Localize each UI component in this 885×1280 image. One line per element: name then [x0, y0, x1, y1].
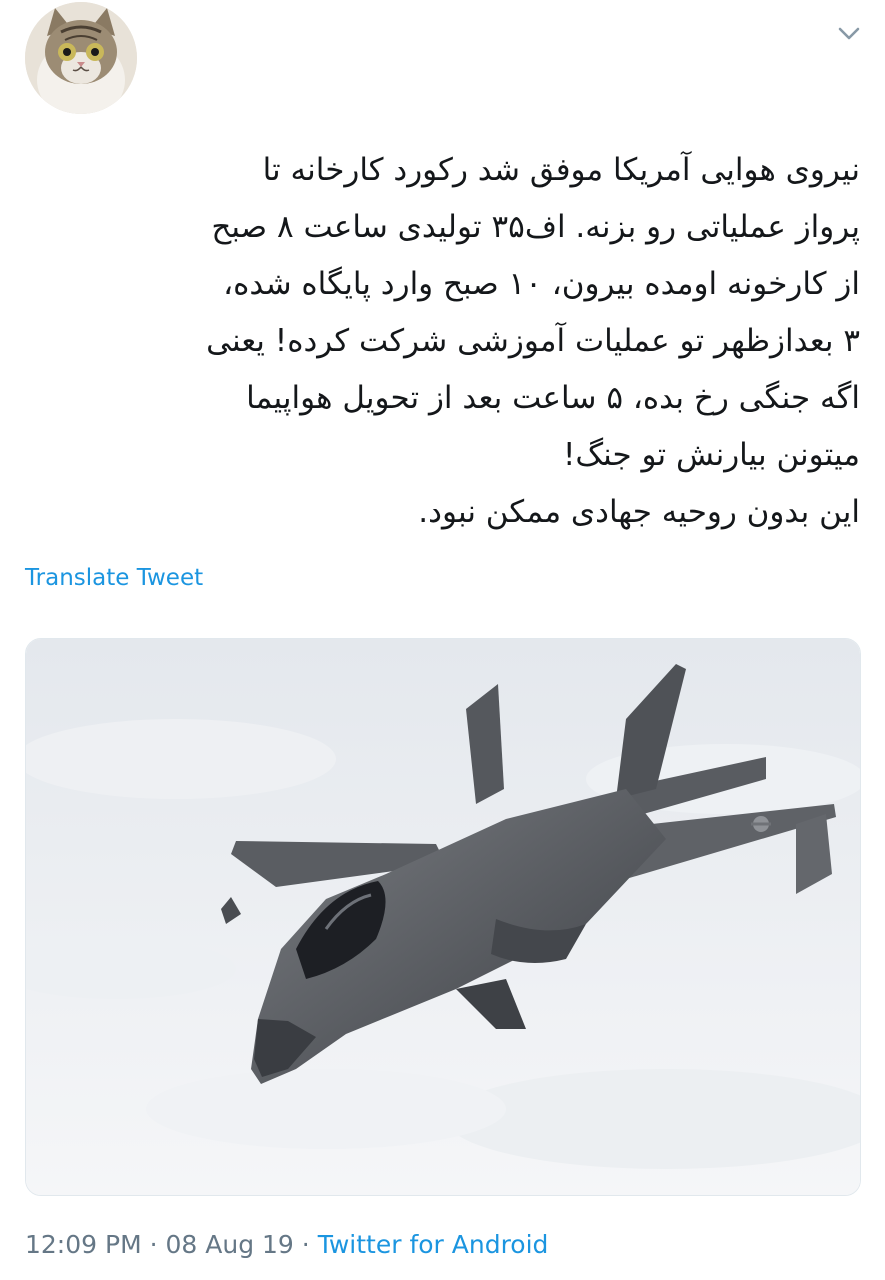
tweet-media-image[interactable]: [25, 638, 861, 1196]
tweet-menu-button[interactable]: [834, 18, 864, 48]
tweet-source-link[interactable]: Twitter for Android: [318, 1230, 549, 1259]
tweet-meta: 12:09 PM · 08 Aug 19 · Twitter for Andro…: [25, 1230, 548, 1259]
cat-avatar-icon: [25, 2, 137, 114]
tweet-date[interactable]: 08 Aug 19: [166, 1230, 294, 1259]
translate-tweet-link[interactable]: Translate Tweet: [25, 565, 203, 591]
profile-avatar[interactable]: [25, 2, 137, 114]
tweet: نیروی هوایی آمریکا موفق شد رکورد کارخانه…: [0, 0, 885, 1280]
chevron-down-icon: [838, 27, 860, 40]
tweet-text: نیروی هوایی آمریکا موفق شد رکورد کارخانه…: [206, 152, 860, 530]
fighter-jet-photo: [26, 639, 860, 1195]
tweet-time[interactable]: 12:09 PM: [25, 1230, 142, 1259]
meta-separator: ·: [149, 1230, 158, 1259]
meta-separator: ·: [301, 1230, 310, 1259]
